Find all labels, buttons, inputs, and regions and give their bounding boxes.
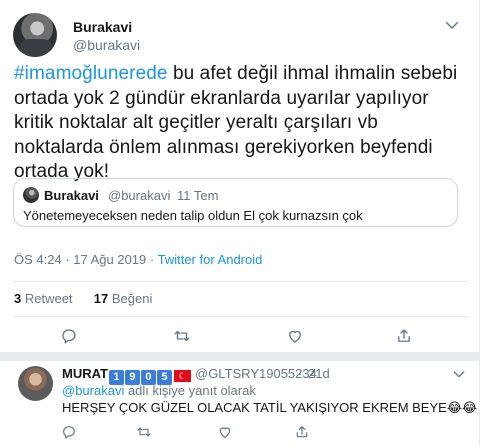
author-handle[interactable]: @burakavi [73, 37, 140, 53]
quote-author-handle: @burakavi [108, 188, 171, 203]
retweet-button[interactable] [170, 324, 194, 348]
replying-to: @burakavi adlı kişiye yanıt olarak [62, 383, 256, 398]
quote-author-name: Burakavi [44, 188, 99, 203]
quote-text: Yönetemeyeceksen neden talip oldun El ço… [23, 208, 363, 223]
retweet-icon [137, 427, 151, 437]
tweet-source-link[interactable]: Twitter for Android [158, 252, 263, 267]
reply-icon [62, 329, 76, 344]
chevron-down-icon[interactable] [443, 16, 461, 34]
quoted-tweet[interactable]: Burakavi @burakavi · 11 Tem Yönetemeyece… [13, 178, 458, 227]
like-stat[interactable]: 17 Beğeni [94, 291, 153, 306]
tweet-header: Burakavi @burakavi [13, 13, 469, 57]
reply-actions [0, 422, 480, 442]
divider [13, 281, 468, 282]
like-icon [219, 427, 231, 438]
hashtag-link[interactable]: #imamoğlunerede [14, 63, 168, 84]
like-label: Beğeni [108, 291, 153, 306]
replying-to-suffix: adlı kişiye yanıt olarak [124, 383, 256, 398]
reply-author-text: MURAT [62, 366, 108, 381]
reply-separator: · [298, 366, 303, 381]
retweet-stat[interactable]: 3 Retweet [14, 291, 73, 306]
quote-time: 11 Tem [177, 188, 219, 203]
like-icon [289, 330, 301, 343]
retweet-icon [174, 330, 190, 342]
tweet-text: #imamoğlunerede bu afet değil ihmal ihma… [14, 62, 466, 185]
tweet-detail-panel: Burakavi @burakavi #imamoğlunerede bu af… [0, 0, 480, 446]
share-icon [296, 426, 308, 438]
share-icon [398, 329, 410, 342]
quote-separator: · [167, 188, 172, 203]
author-name[interactable]: Burakavi [73, 19, 132, 35]
reply-text: HERŞEY ÇOK GÜZEL OLACAK TATİL YAKIŞIYOR … [62, 400, 478, 415]
tweet-actions [0, 324, 480, 348]
turkey-flag-icon: ☾ [173, 370, 191, 382]
reply-icon [63, 426, 75, 439]
reply-reply-button[interactable] [57, 422, 81, 442]
chevron-down-icon[interactable] [451, 366, 467, 382]
retweet-label: Retweet [21, 291, 73, 306]
reply-time[interactable]: 21d [308, 366, 330, 381]
avatar[interactable] [13, 13, 57, 57]
like-count: 17 [93, 291, 109, 306]
reply-button[interactable] [57, 324, 81, 348]
like-button[interactable] [283, 324, 307, 348]
quote-avatar [23, 187, 39, 203]
divider [13, 316, 468, 317]
section-divider [0, 352, 480, 361]
share-button[interactable] [392, 324, 416, 348]
tweet-stats: 3 Retweet 17 Beğeni [14, 291, 152, 306]
tweet-metadata: ÖS 4:24 · 17 Ağu 2019 · Twitter for Andr… [14, 252, 262, 267]
tweet-timestamp[interactable]: ÖS 4:24 · 17 Ağu 2019 · [14, 252, 158, 267]
reply-share-button[interactable] [290, 422, 314, 442]
reply-avatar[interactable] [18, 366, 53, 401]
reply-like-button[interactable] [213, 422, 237, 442]
reply-retweet-button[interactable] [132, 422, 156, 442]
replying-to-link[interactable]: @burakavi [62, 383, 124, 398]
